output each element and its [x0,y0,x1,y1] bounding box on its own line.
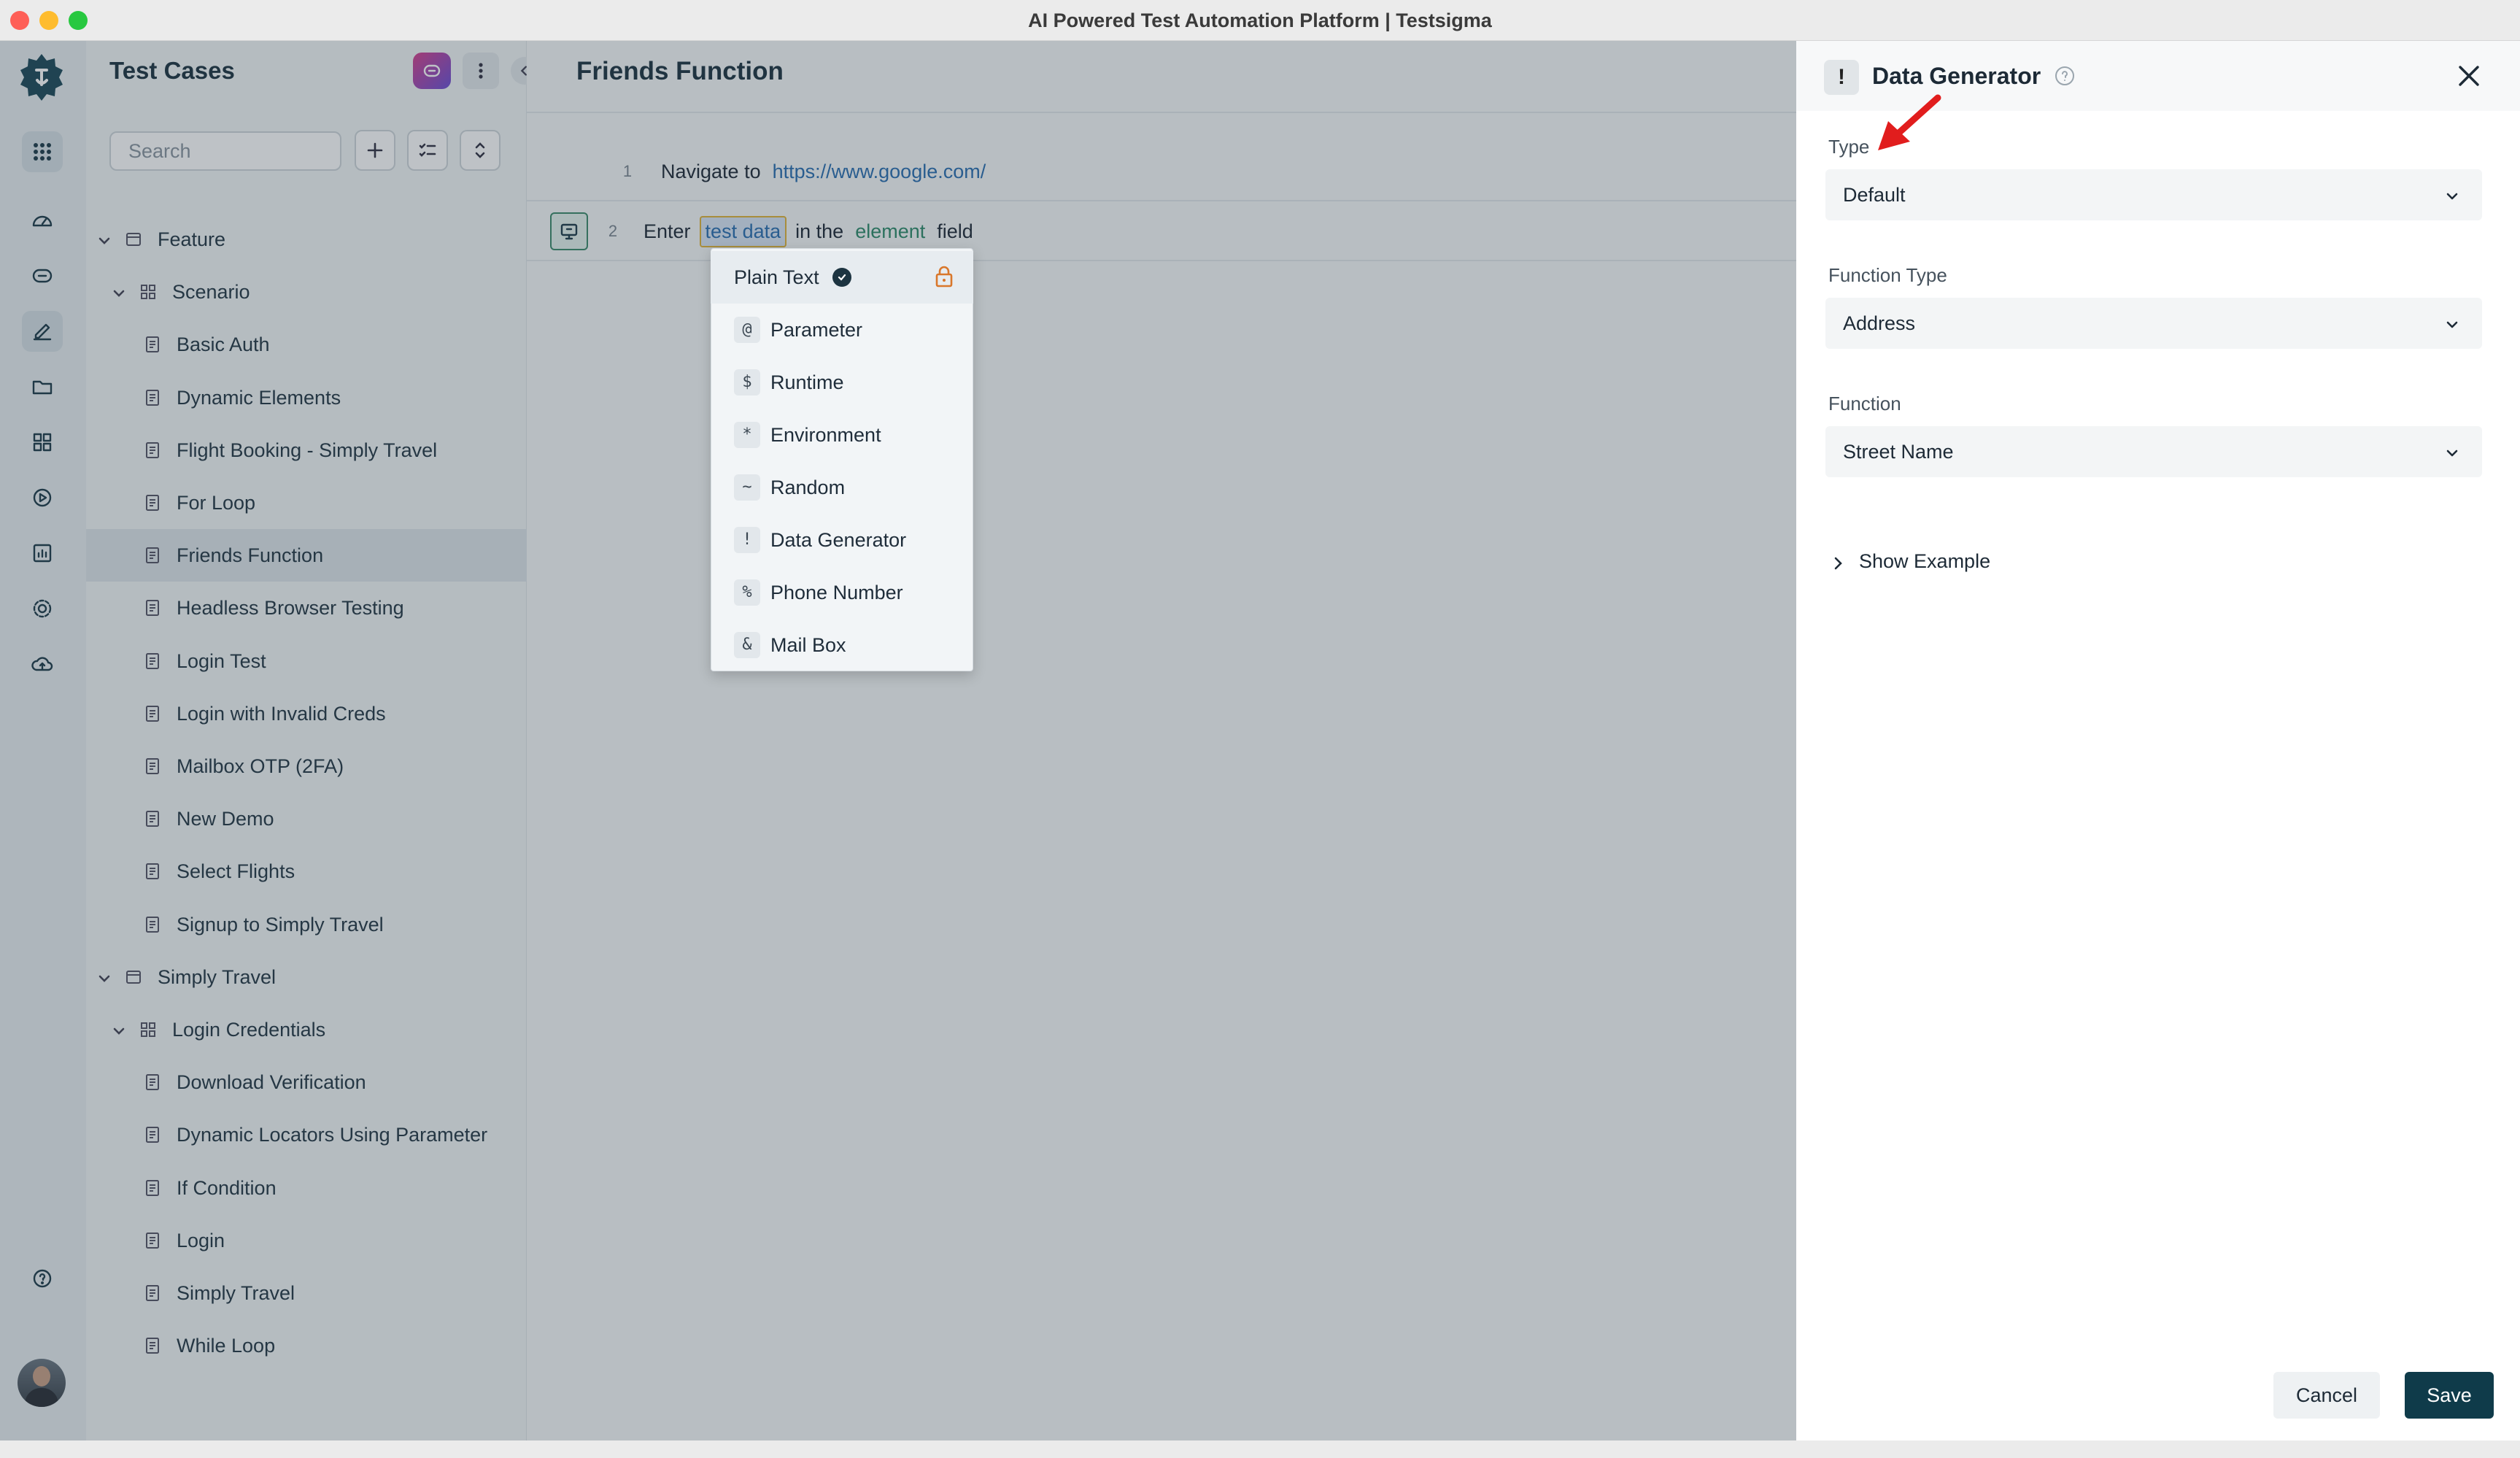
data-generator-panel [1796,41,2520,1440]
function-select-value: Street Name [1843,440,1954,463]
type-select-value: Default [1843,183,1906,206]
function-select[interactable]: Street Name [1825,426,2482,477]
window-bottom-edge [0,1440,2520,1458]
show-example-label: Show Example [1859,550,1991,572]
data-generator-icon: ! [734,527,760,553]
menu-item-phone-number[interactable]: % Phone Number [711,566,973,619]
save-button[interactable]: Save [2405,1372,2494,1419]
chevron-down-icon [2444,315,2460,331]
function-type-select[interactable]: Address [1825,298,2482,349]
menu-item-random[interactable]: ~ Random [711,461,973,514]
help-circle-icon[interactable] [2053,64,2076,88]
type-label: Type [1828,136,1870,158]
menu-item-label: Random [770,476,846,498]
environment-icon: * [734,422,760,448]
menu-item-mail-box[interactable]: & Mail Box [711,619,973,671]
menu-item-label: Runtime [770,371,844,393]
panel-title: Data Generator [1872,63,2041,89]
chevron-down-icon [2444,187,2460,203]
function-label: Function [1828,393,1901,414]
type-select[interactable]: Default [1825,169,2482,220]
menu-item-label: Mail Box [770,633,846,656]
function-type-select-value: Address [1843,312,1916,334]
menu-item-label: Parameter [770,318,863,341]
menu-item-environment[interactable]: * Environment [711,409,973,461]
close-panel-icon[interactable] [2454,61,2484,90]
chevron-right-icon [1830,554,1846,570]
cancel-button[interactable]: Cancel [2273,1372,2380,1419]
menu-item-label: Phone Number [770,581,903,603]
menu-item-label: Environment [770,423,881,446]
mail-box-icon: & [734,632,760,658]
checkmark-icon [832,268,851,287]
menu-item-data-generator[interactable]: ! Data Generator [711,514,973,566]
menu-item-label: Plain Text [734,266,819,288]
chevron-down-icon [2444,444,2460,460]
random-icon: ~ [734,474,760,501]
annotation-arrow [1872,92,1945,158]
menu-item-runtime[interactable]: $ Runtime [711,356,973,409]
menu-item-parameter[interactable]: @ Parameter [711,304,973,356]
runtime-icon: $ [734,369,760,396]
data-generator-badge-icon: ! [1824,60,1859,95]
lock-icon [932,264,956,289]
show-example-toggle[interactable]: Show Example [1830,550,1990,573]
window-title: AI Powered Test Automation Platform | Te… [1028,9,1492,31]
function-type-label: Function Type [1828,264,1947,286]
parameter-icon: @ [734,317,760,343]
phone-number-icon: % [734,579,760,606]
menu-item-plain-text[interactable]: Plain Text [711,251,973,304]
menu-item-label: Data Generator [770,528,907,551]
